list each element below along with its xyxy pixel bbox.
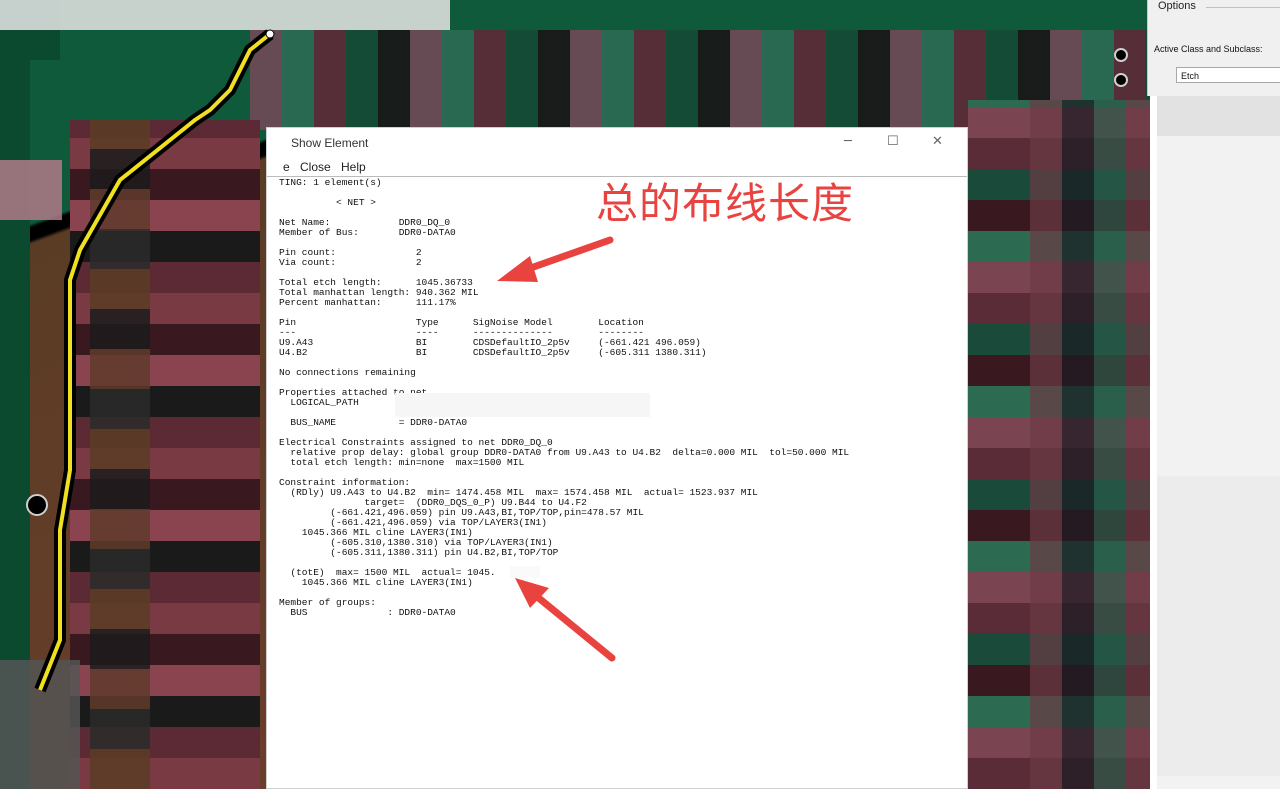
report-line: (-605.311,1380.311) pin U4.B2,BI,TOP/TOP [279,547,559,558]
options-panel: Options Active Class and Subclass: Etch [1147,0,1280,96]
menu-file[interactable]: e [283,160,290,174]
active-class-label: Active Class and Subclass: [1154,44,1263,54]
routed-trace[interactable] [0,0,300,789]
options-title: Options [1158,0,1196,12]
close-icon[interactable]: ✕ [932,134,943,149]
via-icon [1114,48,1128,62]
menu-help[interactable]: Help [341,160,366,174]
window-title: Show Element [291,136,369,150]
report-line: TING: 1 element(s) [279,177,382,188]
class-subclass-select[interactable]: Etch [1176,67,1280,83]
report-line: total etch length: min=none max=1500 MIL [279,457,525,468]
via-icon [26,494,48,516]
redaction-block [395,393,650,417]
report-line: < NET > [279,197,376,208]
redaction-block [510,566,540,578]
report-line: Percent manhattan: 111.17% [279,297,456,308]
report-line: No connections remaining [279,367,416,378]
blur-block [1157,96,1280,136]
annotation-label: 总的布线长度 [596,179,855,228]
window-titlebar[interactable]: Show Element ─ ☐ ✕ [267,128,967,158]
report-line: BUS_NAME = DDR0-DATA0 [279,417,468,428]
maximize-icon[interactable]: ☐ [887,134,899,149]
report-line: U4.B2 BI CDSDefaultIO_2p5v (-605.311 138… [279,347,707,358]
report-line: BUS : DDR0-DATA0 [279,607,456,618]
via-icon [1114,73,1128,87]
right-panel-blurred [1157,96,1280,789]
report-line: 1045.366 MIL cline LAYER3(IN1) [279,577,473,588]
minimize-icon[interactable]: ─ [844,134,852,149]
pixelated-board-right-inner [1030,100,1150,789]
options-title-divider [1206,7,1280,8]
report-line: Member of Bus: DDR0-DATA0 [279,227,456,238]
menu-close[interactable]: Close [300,160,331,174]
blur-block [1157,476,1280,776]
report-line: Via count: 2 [279,257,422,268]
